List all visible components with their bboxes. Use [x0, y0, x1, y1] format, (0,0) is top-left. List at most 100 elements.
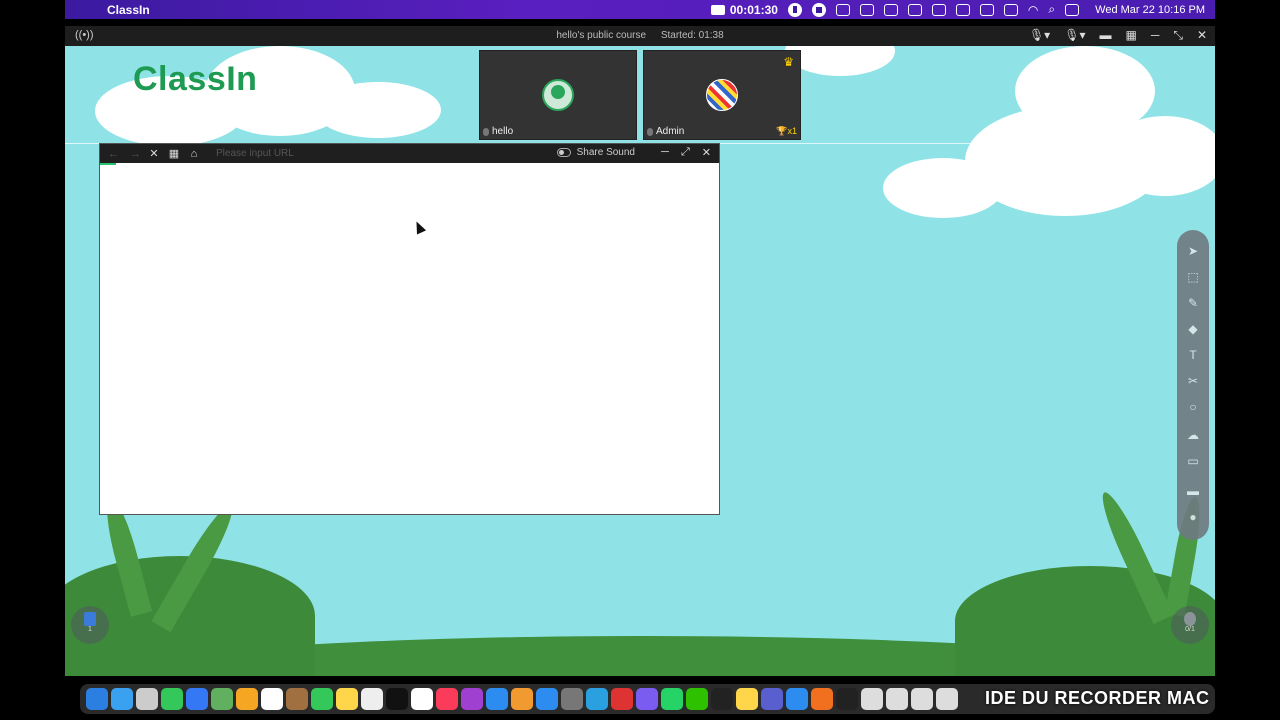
control-center-icon[interactable] — [1065, 3, 1080, 16]
started-time: Started: 01:38 — [660, 30, 724, 41]
camera-toggle-icon[interactable]: ▬ — [1099, 28, 1111, 43]
url-input[interactable]: Please input URL — [216, 148, 294, 159]
podcasts-icon[interactable] — [461, 688, 483, 710]
mute-mic-icon[interactable]: 🎙︎▾ — [1029, 28, 1050, 43]
toolbox-icon[interactable]: ▭ — [1186, 454, 1200, 468]
video-tile-hello[interactable]: hello — [479, 50, 637, 140]
area-select-icon[interactable]: ⬚ — [1186, 270, 1200, 284]
close-icon[interactable]: ✕ — [1197, 28, 1207, 43]
chat-icon[interactable]: ▬ — [1186, 484, 1200, 498]
messages-icon[interactable] — [161, 688, 183, 710]
app-name-menu[interactable]: ClassIn — [107, 3, 150, 17]
photos-icon[interactable] — [236, 688, 258, 710]
mail-icon[interactable] — [186, 688, 208, 710]
messenger-icon[interactable] — [636, 688, 658, 710]
mute-all-icon[interactable]: 🎙︎▾ — [1064, 28, 1085, 43]
search-icon[interactable]: ⌕ — [1048, 2, 1055, 17]
stop-icon[interactable] — [811, 2, 826, 17]
browser-minimize-icon[interactable]: ─ — [661, 146, 669, 159]
select-icon[interactable]: ➤ — [1186, 244, 1200, 258]
video-tile-admin[interactable]: ♛ Admin 🏆x1 — [643, 50, 801, 140]
tray-icon-1[interactable] — [835, 3, 850, 16]
load-progress — [100, 163, 116, 165]
music-icon[interactable] — [436, 688, 458, 710]
grid-icon[interactable]: ▦ — [1125, 28, 1136, 43]
mic-icon — [647, 128, 653, 136]
terminal-icon[interactable] — [711, 688, 733, 710]
share-sound-toggle[interactable]: Share Sound — [556, 147, 635, 158]
zoom-icon[interactable] — [786, 688, 808, 710]
telegram-icon[interactable] — [955, 3, 970, 16]
cloud — [785, 46, 895, 76]
pause-icon[interactable] — [787, 2, 802, 17]
facetime-icon[interactable] — [311, 688, 333, 710]
safari-icon[interactable] — [111, 688, 133, 710]
tray-icon-4[interactable] — [907, 3, 922, 16]
trophy-icon: 🏆 — [776, 126, 788, 136]
notes-dock-icon[interactable] — [736, 688, 758, 710]
cloud — [1105, 116, 1215, 196]
browser-close-icon[interactable]: ✕ — [702, 146, 711, 159]
mic-icon — [483, 128, 489, 136]
shape-icon[interactable]: ○ — [1186, 400, 1200, 414]
restore-icon[interactable]: ⤡ — [1173, 28, 1183, 43]
wechat-dock-icon[interactable] — [686, 688, 708, 710]
appstore-icon[interactable] — [536, 688, 558, 710]
laser-icon[interactable]: ✎ — [1186, 296, 1200, 310]
eraser-icon[interactable]: ◆ — [1186, 322, 1200, 336]
menu-datetime[interactable]: Wed Mar 22 10:16 PM — [1095, 4, 1205, 16]
qr-icon[interactable]: ▦ — [164, 147, 184, 160]
browser-window[interactable]: ← → ✕ ▦ ⌂ Please input URL Share Sound ─… — [99, 143, 720, 515]
scissors-icon[interactable]: ✂ — [1186, 374, 1200, 388]
battery-icon[interactable] — [1003, 3, 1018, 16]
window-thumb-icon[interactable] — [936, 688, 958, 710]
wechat-icon[interactable] — [931, 3, 946, 16]
cloud-disk-icon[interactable]: ☁ — [1186, 428, 1200, 442]
browser-toolbar: ← → ✕ ▦ ⌂ Please input URL Share Sound ─… — [100, 144, 719, 163]
tray-icon-2[interactable] — [859, 3, 874, 16]
freeform-icon[interactable] — [361, 688, 383, 710]
tray-icon-3[interactable] — [883, 3, 898, 16]
classroom-title-bar: ((•)) hello's public course Started: 01:… — [65, 26, 1215, 46]
whatsapp-icon[interactable] — [661, 688, 683, 710]
notes-icon[interactable] — [286, 688, 308, 710]
settings-icon[interactable] — [561, 688, 583, 710]
classroom-board[interactable]: ClassIn hello ♛ Admin 🏆x1 ← → ✕ ▦ ⌂ Plea… — [65, 46, 1215, 676]
text-icon[interactable]: T — [1186, 348, 1200, 362]
hands-count: 0/1 — [1185, 626, 1195, 633]
reminders-icon[interactable] — [411, 688, 433, 710]
play-icon[interactable] — [979, 3, 994, 16]
stop-load-icon[interactable]: ✕ — [144, 147, 164, 160]
classin-logo: ClassIn — [133, 60, 258, 98]
wps-icon[interactable] — [611, 688, 633, 710]
trophy-count: 🏆x1 — [776, 126, 797, 137]
pages-icon[interactable] — [511, 688, 533, 710]
toggle-icon[interactable] — [556, 148, 571, 157]
teams-icon[interactable] — [761, 688, 783, 710]
calendar-icon[interactable] — [261, 688, 283, 710]
stickies-icon[interactable] — [336, 688, 358, 710]
menu-bar: ClassIn 00:01:30 ◠ ⌕ Wed Mar 22 10:16 PM — [65, 0, 1215, 19]
launchpad-icon[interactable] — [136, 688, 158, 710]
browser-maximize-icon[interactable]: ⤢ — [681, 146, 690, 159]
minimize-icon[interactable]: ─ — [1151, 28, 1160, 43]
recording-indicator[interactable]: 00:01:30 — [710, 3, 778, 17]
wifi-icon[interactable]: ◠ — [1028, 3, 1038, 17]
forward-icon[interactable]: → — [130, 148, 144, 160]
window-thumb-icon[interactable] — [886, 688, 908, 710]
keynote-icon[interactable] — [486, 688, 508, 710]
telegram-dock-icon[interactable] — [586, 688, 608, 710]
hands-up-button[interactable]: 0/1 — [1171, 606, 1209, 644]
back-icon[interactable]: ← — [108, 148, 122, 160]
recorder-icon[interactable] — [811, 688, 833, 710]
appletv-icon[interactable] — [386, 688, 408, 710]
users-icon[interactable]: ● — [1186, 510, 1200, 524]
home-icon[interactable]: ⌂ — [184, 148, 204, 160]
classin-dock-icon[interactable] — [836, 688, 858, 710]
window-thumb-icon[interactable] — [911, 688, 933, 710]
finder-icon[interactable] — [86, 688, 108, 710]
window-thumb-icon[interactable] — [861, 688, 883, 710]
browser-count-button[interactable]: 1 — [71, 606, 109, 644]
maps-icon[interactable] — [211, 688, 233, 710]
crown-icon: ♛ — [783, 55, 794, 69]
